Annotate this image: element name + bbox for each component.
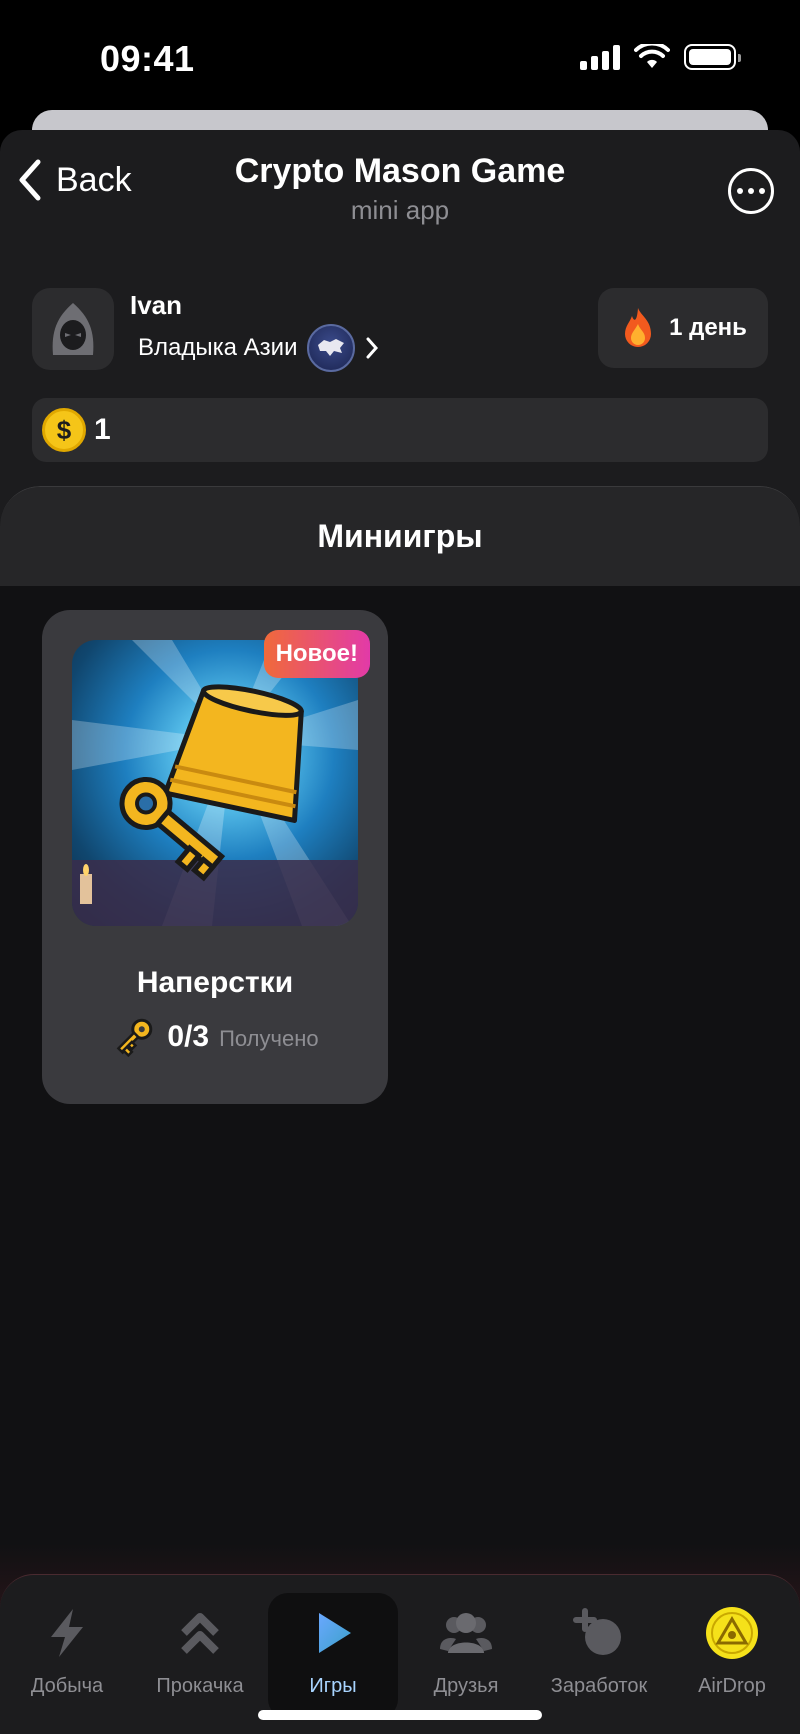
keys-count: 0/3 bbox=[167, 1020, 210, 1053]
rank-link[interactable]: Владыка Азии bbox=[138, 324, 379, 372]
game-card-thimbles[interactable]: Новое! Наперстки 0/3 Получено bbox=[42, 610, 388, 1104]
battery-icon bbox=[684, 44, 741, 70]
title-block: Crypto Mason Game mini app bbox=[0, 152, 800, 226]
avatar[interactable] bbox=[32, 288, 114, 370]
key-small-icon bbox=[117, 1018, 153, 1058]
nav-header: Back Crypto Mason Game mini app bbox=[0, 130, 800, 240]
nav-mining[interactable]: Добыча bbox=[2, 1593, 132, 1719]
balance-value: 1 bbox=[94, 413, 111, 446]
play-icon bbox=[305, 1605, 361, 1661]
new-badge: Новое! bbox=[263, 630, 370, 678]
nav-label: Заработок bbox=[550, 1675, 648, 1697]
key-icon bbox=[119, 776, 226, 882]
profile-block: Ivan Владыка Азии 1 день bbox=[32, 288, 768, 372]
game-title: Наперстки bbox=[136, 966, 294, 999]
rank-badge-icon bbox=[307, 324, 356, 372]
coin-plus-icon bbox=[571, 1605, 627, 1661]
nav-label: Добыча bbox=[30, 1675, 104, 1697]
signal-icon bbox=[580, 44, 620, 70]
airdrop-icon bbox=[704, 1605, 760, 1661]
double-chevron-up-icon bbox=[172, 1605, 228, 1661]
keys-label: Получено bbox=[219, 1026, 319, 1051]
nav-label: Друзья bbox=[433, 1675, 499, 1697]
nav-upgrade[interactable]: Прокачка bbox=[135, 1593, 265, 1719]
nav-airdrop[interactable]: AirDrop bbox=[667, 1593, 797, 1719]
mini-app: Back Crypto Mason Game mini app Ivan Вла… bbox=[0, 130, 800, 1734]
nav-label: Прокачка bbox=[156, 1675, 244, 1697]
more-icon[interactable] bbox=[728, 168, 774, 214]
section-header: Миниигры bbox=[0, 486, 800, 586]
app-subtitle: mini app bbox=[350, 195, 450, 225]
friends-icon bbox=[438, 1605, 494, 1661]
chevron-right-icon bbox=[366, 337, 379, 359]
nav-earn[interactable]: Заработок bbox=[534, 1593, 664, 1719]
status-bar: 09:41 bbox=[0, 0, 800, 110]
lightning-icon bbox=[39, 1605, 95, 1661]
keys-progress: 0/3 Получено bbox=[42, 1014, 388, 1060]
fire-icon bbox=[625, 308, 652, 347]
nav-label: Игры bbox=[309, 1675, 357, 1697]
game-image bbox=[72, 640, 358, 926]
rank-label: Владыка Азии bbox=[138, 334, 298, 361]
app-title: Crypto Mason Game bbox=[234, 152, 566, 190]
status-time: 09:41 bbox=[100, 38, 195, 79]
section-title: Миниигры bbox=[317, 518, 483, 554]
wifi-icon bbox=[634, 44, 670, 68]
status-icons bbox=[580, 44, 741, 70]
hooded-figure-icon bbox=[52, 303, 94, 355]
nav-label: AirDrop bbox=[698, 1675, 766, 1697]
bottom-nav: Добыча Прокачка Игры Друзья Заработок Ai… bbox=[0, 1574, 800, 1734]
nav-friends[interactable]: Друзья bbox=[401, 1593, 531, 1719]
streak-badge[interactable]: 1 день bbox=[598, 288, 768, 368]
streak-label: 1 день bbox=[669, 314, 747, 341]
nav-games[interactable]: Игры bbox=[268, 1593, 398, 1719]
coin-icon: $ bbox=[42, 408, 86, 452]
home-indicator bbox=[258, 1710, 542, 1720]
user-name: Ivan bbox=[130, 290, 183, 320]
balance-bar: $ 1 bbox=[32, 398, 768, 462]
